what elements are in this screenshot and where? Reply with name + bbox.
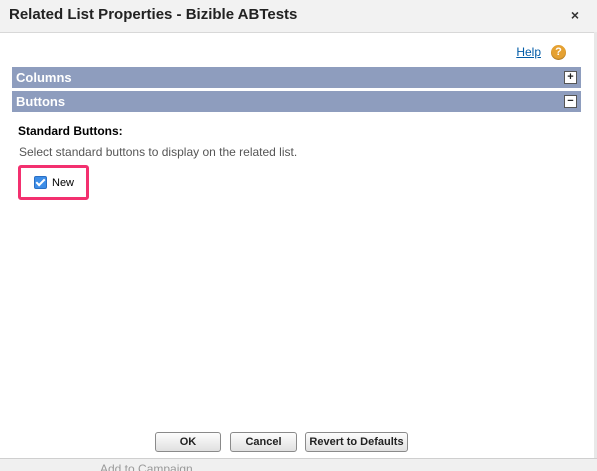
dialog-titlebar: Related List Properties - Bizible ABTest… bbox=[0, 0, 597, 33]
section-label-columns: Columns bbox=[16, 70, 72, 85]
background-page: Add to Campaign bbox=[0, 458, 597, 471]
help-link[interactable]: Help bbox=[516, 45, 541, 59]
help-icon[interactable]: ? bbox=[551, 44, 566, 60]
expand-icon[interactable]: + bbox=[564, 71, 577, 84]
close-icon[interactable]: × bbox=[565, 5, 585, 25]
ok-button[interactable]: OK bbox=[155, 432, 221, 452]
related-list-properties-dialog: Related List Properties - Bizible ABTest… bbox=[0, 0, 597, 471]
cancel-button[interactable]: Cancel bbox=[230, 432, 297, 452]
collapse-icon[interactable]: − bbox=[564, 95, 577, 108]
background-partial-text: Add to Campaign bbox=[100, 462, 193, 471]
dialog-title: Related List Properties - Bizible ABTest… bbox=[9, 6, 298, 23]
section-header-columns[interactable]: Columns + bbox=[12, 67, 581, 88]
standard-buttons-title: Standard Buttons: bbox=[18, 124, 123, 138]
revert-to-defaults-button[interactable]: Revert to Defaults bbox=[305, 432, 408, 452]
new-button-label: New bbox=[52, 176, 75, 189]
standard-buttons-description: Select standard buttons to display on th… bbox=[19, 145, 298, 159]
section-label-buttons: Buttons bbox=[16, 94, 66, 109]
new-button-option[interactable]: New bbox=[34, 176, 74, 189]
section-header-buttons[interactable]: Buttons − bbox=[12, 91, 581, 112]
dialog-footer: OK Cancel Revert to Defaults bbox=[0, 430, 597, 454]
help-row: Help ? bbox=[516, 43, 566, 61]
new-button-checkbox[interactable] bbox=[34, 176, 47, 189]
